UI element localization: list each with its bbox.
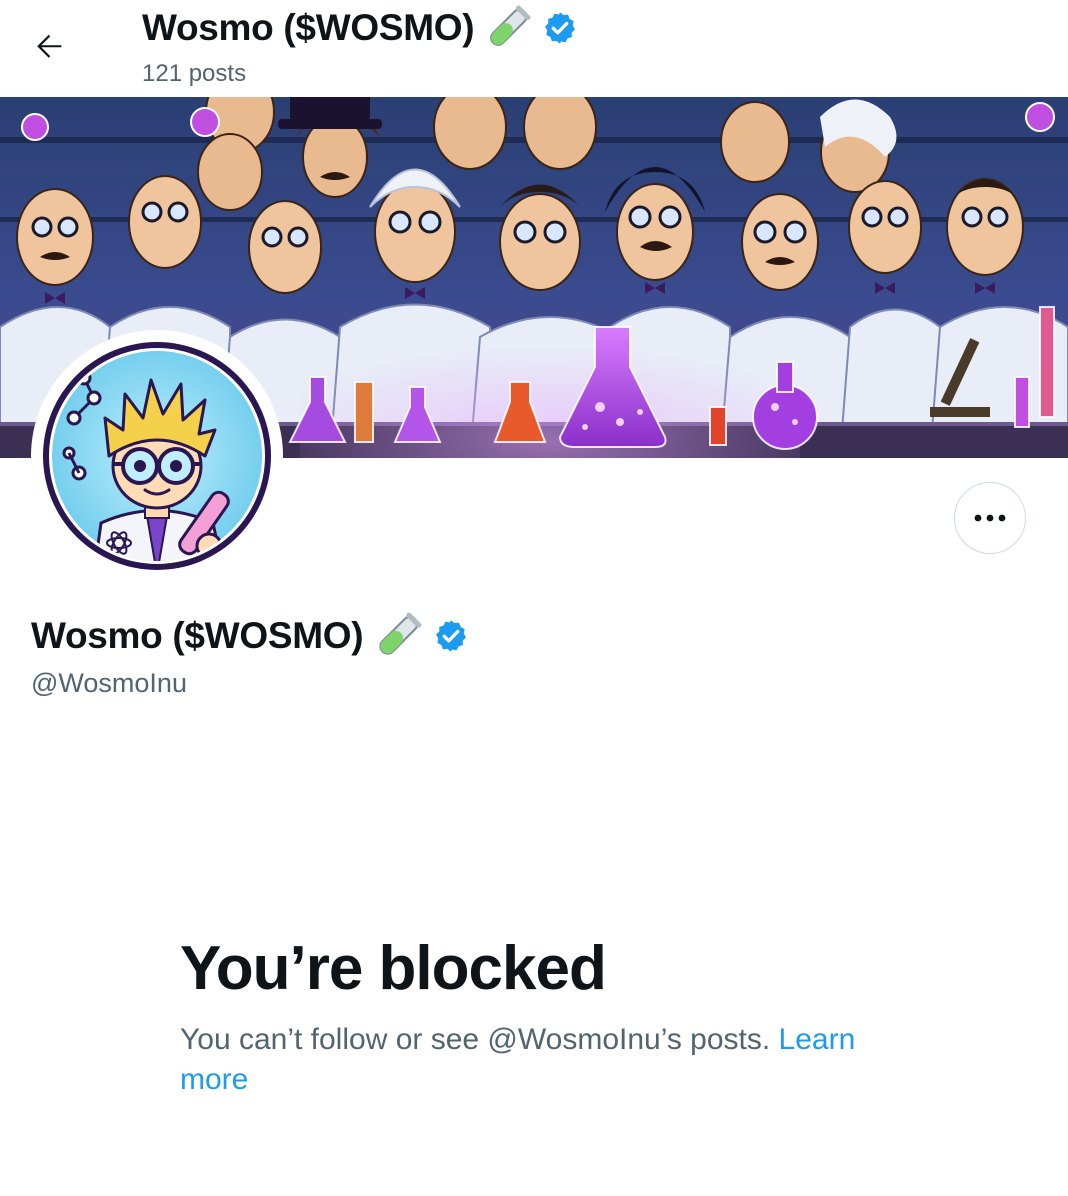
scientist-avatar-illustration (43, 342, 271, 570)
back-button[interactable] (26, 22, 74, 70)
posts-count: 121 posts (142, 60, 247, 87)
blocked-notice: You’re blocked You can’t follow or see @… (180, 932, 900, 1100)
verified-badge-icon[interactable] (433, 618, 469, 654)
blocked-title: You’re blocked (180, 934, 607, 1003)
profile-handle: @WosmoInu (31, 668, 187, 698)
test-tube-icon (490, 5, 531, 46)
test-tube-icon (379, 612, 422, 655)
blocked-message-text: You can’t follow or see @WosmoInu’s post… (180, 1023, 771, 1056)
profile-avatar[interactable] (31, 330, 283, 582)
more-options-button[interactable] (954, 482, 1026, 554)
profile-display-name: Wosmo ($WOSMO) (31, 615, 364, 656)
arrow-left-icon (37, 34, 62, 58)
profile-name-row: Wosmo ($WOSMO) (31, 612, 469, 660)
header-title: Wosmo ($WOSMO) (142, 7, 475, 48)
top-bar: Wosmo ($WOSMO) 121 posts (0, 0, 1068, 97)
more-horizontal-icon (974, 514, 1006, 522)
blocked-message: You can’t follow or see @WosmoInu’s post… (180, 1020, 900, 1100)
profile-page: Wosmo ($WOSMO) 121 posts Wosmo ($WOSMO) … (0, 0, 1068, 1196)
header-title-row: Wosmo ($WOSMO) (142, 5, 578, 50)
verified-badge-icon (545, 12, 576, 44)
